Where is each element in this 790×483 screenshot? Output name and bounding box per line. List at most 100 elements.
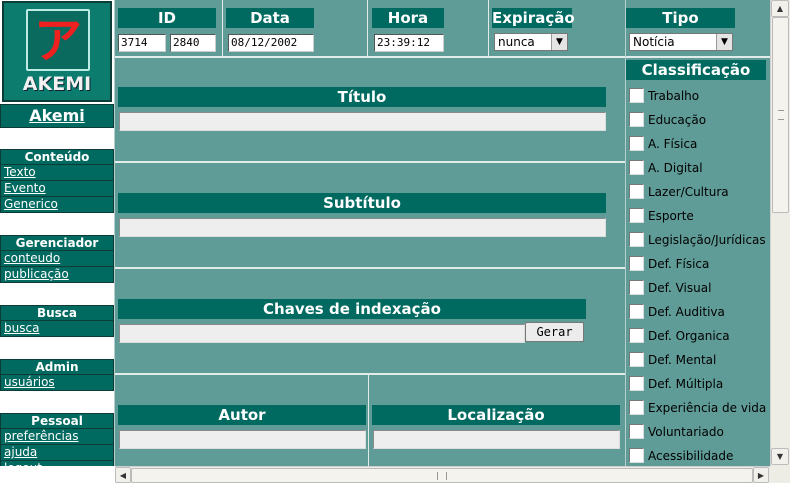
akemi-logo: ア AKEMI xyxy=(2,1,112,102)
title-label: Título xyxy=(118,87,606,107)
sidebar-item-busca[interactable]: busca xyxy=(0,321,114,337)
sidebar-item-usuarios[interactable]: usuários xyxy=(0,375,114,391)
checkbox[interactable] xyxy=(629,88,644,103)
divider xyxy=(115,373,625,375)
sidebar-item-ajuda[interactable]: ajuda xyxy=(0,445,114,461)
date-field[interactable]: 08/12/2002 xyxy=(228,34,314,52)
sidebar-item-texto[interactable]: Texto xyxy=(0,165,114,181)
location-input[interactable] xyxy=(373,430,620,449)
sidebar-link-texto[interactable]: Texto xyxy=(4,165,36,179)
checkbox-label: Def. Auditiva xyxy=(648,305,725,319)
sidebar-link-preferencias[interactable]: preferências xyxy=(4,429,78,443)
arrow-down-icon[interactable]: ▼ xyxy=(771,448,789,465)
arrow-right-icon[interactable]: ▶ xyxy=(753,467,769,483)
checkbox[interactable] xyxy=(629,304,644,319)
vertical-scroll-thumb[interactable] xyxy=(772,17,789,213)
classification-title: Classificação xyxy=(626,60,766,80)
arrow-up-icon[interactable]: ▲ xyxy=(771,0,789,17)
checkbox[interactable] xyxy=(629,376,644,391)
checkbox-label: Def. Física xyxy=(648,257,710,271)
checkbox-label: Experiência de vida xyxy=(648,401,767,415)
checkbox[interactable] xyxy=(629,160,644,175)
checkbox-label: Esporte xyxy=(648,209,694,223)
divider xyxy=(115,56,625,58)
brand-link[interactable]: Akemi xyxy=(29,106,85,125)
id-label: ID xyxy=(118,8,216,28)
id-field-2[interactable]: 2840 xyxy=(170,34,216,52)
subtitle-label: Subtítulo xyxy=(118,193,606,213)
checkbox[interactable] xyxy=(629,352,644,367)
section-pessoal-title: Pessoal xyxy=(0,413,114,429)
checkbox[interactable] xyxy=(629,112,644,127)
section-conteudo-title: Conteúdo xyxy=(0,149,114,165)
section-gerenciador-title: Gerenciador xyxy=(0,235,114,251)
checkbox[interactable] xyxy=(629,208,644,223)
divider xyxy=(115,267,625,269)
checkbox[interactable] xyxy=(629,184,644,199)
grip-icon xyxy=(778,110,784,120)
index-keys-label: Chaves de indexação xyxy=(118,299,586,319)
checkbox[interactable] xyxy=(629,424,644,439)
section-busca-title: Busca xyxy=(0,305,114,321)
id-field-1[interactable]: 3714 xyxy=(118,34,166,52)
sidebar: ア AKEMI Akemi Conteúdo Texto Evento Gene… xyxy=(0,0,115,466)
horizontal-scrollbar[interactable]: ◀ ▶ xyxy=(115,466,770,483)
divider xyxy=(368,375,369,466)
divider xyxy=(367,0,368,56)
expiration-label: Expiração xyxy=(492,8,575,28)
divider xyxy=(222,0,223,56)
grip-icon xyxy=(437,472,447,480)
index-keys-input[interactable] xyxy=(119,324,525,343)
checkbox[interactable] xyxy=(629,256,644,271)
time-field[interactable]: 23:39:12 xyxy=(374,34,444,52)
checkbox-label: Def. Organica xyxy=(648,329,730,343)
sidebar-link-usuarios[interactable]: usuários xyxy=(4,375,55,389)
type-selected-value: Notícia xyxy=(633,35,675,49)
checkbox[interactable] xyxy=(629,280,644,295)
checkbox-label: Def. Visual xyxy=(648,281,712,295)
author-label: Autor xyxy=(118,405,366,425)
sidebar-link-evento[interactable]: Evento xyxy=(4,181,46,195)
chevron-down-icon: ▼ xyxy=(716,34,732,50)
type-select[interactable]: Notícia ▼ xyxy=(629,33,733,51)
checkbox-label: A. Física xyxy=(648,137,698,151)
sidebar-item-publicacao[interactable]: publicação xyxy=(0,267,114,283)
divider xyxy=(115,161,625,163)
sidebar-item-evento[interactable]: Evento xyxy=(0,181,114,197)
subtitle-input[interactable] xyxy=(119,218,606,237)
checkbox[interactable] xyxy=(629,448,644,463)
logo-wordmark: AKEMI xyxy=(22,73,92,95)
sidebar-link-busca[interactable]: busca xyxy=(4,321,39,335)
checkbox[interactable] xyxy=(629,232,644,247)
sidebar-item-preferencias[interactable]: preferências xyxy=(0,429,114,445)
checkbox-label: Def. Mental xyxy=(648,353,717,367)
title-input[interactable] xyxy=(119,112,606,131)
generate-button[interactable]: Gerar xyxy=(525,322,584,342)
author-input[interactable] xyxy=(119,430,366,449)
logo-glyph-icon: ア xyxy=(26,9,90,71)
content-form: ID 3714 2840 Data 08/12/2002 Hora 23:39:… xyxy=(115,0,625,466)
vertical-scrollbar[interactable]: ▲ ▼ xyxy=(770,0,790,466)
sidebar-item-generico[interactable]: Generico xyxy=(0,197,114,213)
expiration-select[interactable]: nunca ▼ xyxy=(494,33,568,51)
sidebar-item-conteudo[interactable]: conteudo xyxy=(0,251,114,267)
horizontal-scroll-thumb[interactable] xyxy=(131,468,753,483)
checkbox[interactable] xyxy=(629,400,644,415)
chevron-down-icon: ▼ xyxy=(551,34,567,50)
divider xyxy=(626,56,770,58)
date-label: Data xyxy=(226,8,314,28)
section-admin-title: Admin xyxy=(0,359,114,375)
checkbox-label: Voluntariado xyxy=(648,425,724,439)
sidebar-link-ajuda[interactable]: ajuda xyxy=(4,445,37,459)
checkbox[interactable] xyxy=(629,328,644,343)
sidebar-link-generico[interactable]: Generico xyxy=(4,197,58,211)
location-label: Localização xyxy=(372,405,620,425)
checkbox-label: Trabalho xyxy=(648,89,700,103)
checkbox-label: A. Digital xyxy=(648,161,703,175)
sidebar-link-conteudo[interactable]: conteudo xyxy=(4,251,60,265)
sidebar-link-publicacao[interactable]: publicação xyxy=(4,267,69,281)
arrow-left-icon[interactable]: ◀ xyxy=(115,467,131,483)
checkbox-label: Lazer/Cultura xyxy=(648,185,729,199)
checkbox[interactable] xyxy=(629,136,644,151)
scrollbar-corner xyxy=(770,466,790,483)
